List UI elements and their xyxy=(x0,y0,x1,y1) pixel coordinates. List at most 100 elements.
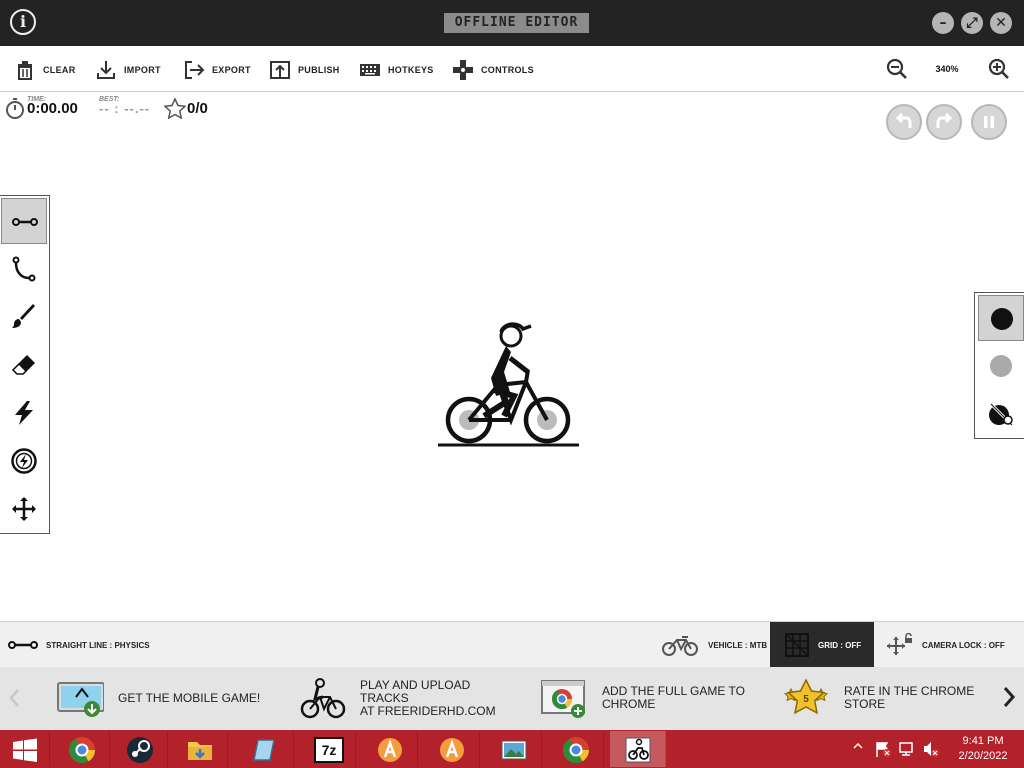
rating-badge-number: 5 xyxy=(803,694,809,705)
keyboard-icon xyxy=(360,64,380,76)
time-value: 0:00.00 xyxy=(27,100,78,117)
vehicle-selector[interactable]: VEHICLE : MTB xyxy=(660,622,767,668)
status-bar: STRAIGHT LINE : PHYSICS VEHICLE : MTB GR… xyxy=(0,621,1024,668)
clock-date: 2/20/2022 xyxy=(958,750,1008,762)
chrome-icon xyxy=(68,737,96,764)
rating-stars-icon: 5 xyxy=(783,678,829,715)
publish-label: PUBLISH xyxy=(298,65,340,75)
grid-icon xyxy=(785,633,809,657)
notepad-icon xyxy=(253,739,275,761)
current-tool-label: STRAIGHT LINE : PHYSICS xyxy=(46,640,150,650)
curve-tool-icon xyxy=(12,256,36,282)
star-icon xyxy=(164,98,186,119)
stars-count: 0/0 xyxy=(187,100,208,117)
mobile-game-icon xyxy=(57,682,104,717)
zoom-out-icon[interactable] xyxy=(886,58,908,80)
taskbar-7zip[interactable]: 7z xyxy=(300,731,356,767)
windows-logo-icon xyxy=(13,738,37,762)
hide-layer-icon xyxy=(989,402,1014,427)
promo-prev-icon[interactable] xyxy=(8,688,20,708)
current-tool-indicator: STRAIGHT LINE : PHYSICS xyxy=(8,622,150,668)
show-hidden-icons-icon[interactable] xyxy=(852,740,864,752)
window-title: OFFLINE EDITOR xyxy=(444,13,589,33)
sevenzip-icon: 7z xyxy=(314,737,344,763)
tool-brush[interactable] xyxy=(1,294,47,340)
title-bar: i OFFLINE EDITOR – ⤢ ✕ xyxy=(0,0,1024,46)
physics-dot-icon xyxy=(991,308,1013,330)
grid-toggle[interactable]: GRID : OFF xyxy=(770,622,874,668)
promo-mobile-game[interactable]: GET THE MOBILE GAME! xyxy=(56,675,268,721)
toggle-visibility-swatch[interactable] xyxy=(978,391,1024,437)
trash-icon xyxy=(18,61,32,80)
zoom-level: 340% xyxy=(935,64,959,74)
promo-bar: GET THE MOBILE GAME! PLAY AND UPLOAD TRA… xyxy=(0,667,1024,730)
pause-icon xyxy=(984,116,994,128)
rider-app-icon xyxy=(625,737,651,763)
editor-toolbar: CLEAR IMPORT EXPORT PUBLISH HOTKEYS CONT… xyxy=(0,46,1024,92)
tool-camera[interactable] xyxy=(1,486,47,532)
publish-button[interactable]: PUBLISH xyxy=(269,58,340,82)
redo-icon xyxy=(936,113,953,128)
chrome-store-icon xyxy=(541,680,585,718)
line-type-palette xyxy=(974,292,1024,439)
import-button[interactable]: IMPORT xyxy=(95,58,161,82)
camera-lock-label: CAMERA LOCK : OFF xyxy=(922,640,1005,650)
network-icon[interactable] xyxy=(898,740,916,758)
rider-bike-sprite xyxy=(438,322,579,447)
promo-freeriderhd[interactable]: PLAY AND UPLOAD TRACKS AT FREERIDERHD.CO… xyxy=(298,675,510,721)
import-icon xyxy=(97,61,115,79)
tool-curve[interactable] xyxy=(1,246,47,292)
promo-rate[interactable]: 5 RATE IN THE CHROME STORE xyxy=(782,675,994,721)
start-button[interactable] xyxy=(0,731,50,767)
taskbar-file-explorer[interactable] xyxy=(172,731,228,767)
taskbar-chrome[interactable] xyxy=(54,731,110,767)
tool-special[interactable] xyxy=(1,438,47,484)
photos-icon xyxy=(501,740,527,760)
promo-chrome-text: ADD THE FULL GAME TO CHROME xyxy=(602,684,745,711)
taskbar-freerider-editor[interactable] xyxy=(610,731,666,767)
clock-time: 9:41 PM xyxy=(962,735,1004,747)
taskbar-app-a2[interactable] xyxy=(424,731,480,767)
promo-chrome-add[interactable]: ADD THE FULL GAME TO CHROME xyxy=(540,675,752,721)
controls-button[interactable]: CONTROLS xyxy=(452,58,534,82)
taskbar-notepad[interactable] xyxy=(238,731,294,767)
physics-color-swatch[interactable] xyxy=(978,295,1024,341)
tool-straight-line[interactable] xyxy=(1,198,47,244)
grid-label: GRID : OFF xyxy=(818,640,862,650)
scenery-dot-icon xyxy=(990,355,1012,377)
taskbar-app-a1[interactable] xyxy=(362,731,418,767)
mtb-icon xyxy=(662,636,698,656)
lightning-icon xyxy=(15,401,33,425)
close-button[interactable]: ✕ xyxy=(990,12,1012,34)
pause-button[interactable] xyxy=(971,104,1007,140)
taskbar-photos[interactable] xyxy=(486,731,542,767)
action-center-flag-icon[interactable] xyxy=(874,740,892,758)
hotkeys-button[interactable]: HOTKEYS xyxy=(359,58,434,82)
volume-muted-icon[interactable] xyxy=(922,740,940,758)
tool-powerups[interactable] xyxy=(1,390,47,436)
redo-button[interactable] xyxy=(926,104,962,140)
undo-icon xyxy=(895,113,912,128)
undo-button[interactable] xyxy=(886,104,922,140)
export-label: EXPORT xyxy=(212,65,251,75)
promo-next-icon[interactable] xyxy=(1002,686,1016,708)
folder-icon xyxy=(188,742,212,760)
camera-lock-toggle[interactable]: CAMERA LOCK : OFF xyxy=(886,622,1005,668)
scenery-color-swatch[interactable] xyxy=(978,343,1024,389)
export-button[interactable]: EXPORT xyxy=(183,58,251,82)
clear-button[interactable]: CLEAR xyxy=(14,58,76,82)
info-button[interactable]: i xyxy=(10,9,36,35)
powerup-circle-icon xyxy=(11,448,37,474)
best-value: -- : --.-- xyxy=(99,101,151,116)
publish-icon xyxy=(270,61,290,79)
taskbar-chrome-profile[interactable] xyxy=(548,731,604,767)
minimize-button[interactable]: – xyxy=(932,12,954,34)
steam-icon xyxy=(127,737,153,763)
import-label: IMPORT xyxy=(124,65,161,75)
taskbar-steam[interactable] xyxy=(112,731,168,767)
vehicle-label: VEHICLE : MTB xyxy=(708,640,768,650)
system-clock[interactable]: 9:41 PM 2/20/2022 xyxy=(948,734,1018,764)
zoom-in-icon[interactable] xyxy=(988,58,1010,80)
tool-eraser[interactable] xyxy=(1,342,47,388)
maximize-button[interactable]: ⤢ xyxy=(961,12,983,34)
